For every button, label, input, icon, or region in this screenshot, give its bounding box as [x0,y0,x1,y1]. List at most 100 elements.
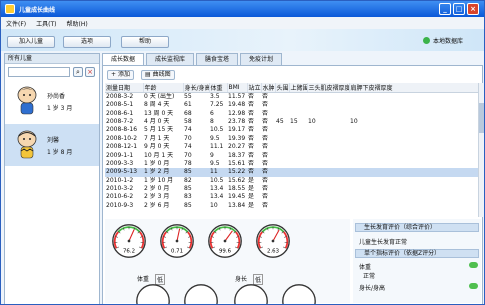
table-cell [275,193,289,201]
child-name: 孙尚香 [47,92,66,100]
table-scrollbar[interactable] [478,83,484,217]
table-cell [275,168,289,177]
column-header[interactable]: 体重 [209,83,228,93]
gauge-dial: 99.6 [208,224,242,258]
help-button[interactable]: 帮助 [121,36,169,48]
add-record-button[interactable]: + 添加 [107,70,134,80]
table-cell: 10.5 [210,176,224,184]
evaluation-panel: 生长发育评价（综合评价） 儿童生长发育正常 单个指标评价（依据Z评分） 体重 正… [353,219,481,303]
column-header[interactable]: 水肿 [261,83,276,93]
table-cell: 11.1 [210,143,224,151]
column-header[interactable]: 三头肌皮褶厚度 [307,83,350,93]
table-cell: 2010-3-2 [106,185,134,193]
gauge-dial: 0.71 [160,224,194,258]
table-cell: 18.37 [228,151,246,159]
table-cell: 70 [184,134,192,142]
table-cell: 否 [262,151,269,159]
child-item[interactable]: 孙尚香 1 岁 3 月 [5,80,99,122]
tab-diet-pyramid[interactable]: 膳食宝塔 [196,53,239,65]
table-cell [349,177,478,185]
table-cell [349,109,478,117]
menu-help[interactable]: 帮助(H) [67,19,88,28]
table-row[interactable]: 2010-1-2 1 岁 10 月 82 10.5 15.62 是否 [105,177,478,185]
table-cell: 10 [210,201,218,209]
table-cell [307,101,349,109]
table-cell: 13.4 [210,193,224,201]
table-row[interactable]: 2008-5-1 8 周 4 天 61 7.25 19.48 否否 [105,101,478,109]
gauge-dial: 76.2 [112,224,146,258]
tab-bar: 成长数据 成长监视库 膳食宝塔 免疫计划 [102,53,284,65]
table-cell: 4 月 0 天 [144,117,170,125]
table-row[interactable]: 2008-8-16 5 月 15 天 74 10.5 19.17 否否 [105,126,478,134]
table-row[interactable]: 2008-12-1 9 月 0 天 74 11.1 20.27 否否 [105,143,478,151]
options-button[interactable]: 选项 [63,36,111,48]
table-cell [349,160,478,168]
table-row[interactable]: 2008-10-2 7 月 1 天 70 9.5 19.39 否否 [105,135,478,143]
child-age: 1 岁 3 月 [47,104,73,112]
table-row[interactable]: 2008-6-1 13 周 0 天 68 6 12.98 否否 [105,109,478,117]
tab-immunization[interactable]: 免疫计划 [240,53,283,65]
table-header-row: 测量日期 年龄 身长/身高 体重 BMI 站立 水肿 头围 上臂围 三头肌皮褶厚度 肩胛下皮褶厚度 [105,83,479,93]
overall-eval-header: 生长发育评价（综合评价） [355,223,479,232]
maximize-icon[interactable]: □ [453,3,465,15]
clear-search-icon[interactable]: × [85,67,95,77]
table-cell: 否 [262,109,269,117]
table-row[interactable]: 2010-3-2 2 岁 0 月 85 13.4 18.55 是否 [105,185,478,193]
table-cell: 10 月 1 天 [144,151,174,159]
column-header[interactable]: BMI [227,83,248,93]
table-cell: 5 月 15 天 [144,126,174,134]
table-cell [289,177,307,185]
table-row[interactable]: 2010-6-2 2 岁 3 月 83 13.4 19.45 是否 [105,193,478,201]
height-gauge-label: 身长 [235,276,248,283]
column-header[interactable]: 年龄 [143,83,184,93]
table-cell: 2008-5-1 [106,101,134,109]
table-cell: 2008-3-2 [106,93,134,100]
column-header[interactable]: 测量日期 [105,83,144,93]
table-row[interactable]: 2009-3-3 1 岁 0 月 78 9.5 15.61 否否 [105,160,478,168]
chart-icon: ▤ [145,71,151,78]
close-icon[interactable]: × [467,3,479,15]
table-cell [275,126,289,134]
table-row[interactable]: 2008-7-2 4 月 0 天 58 8 23.78 否否 45 15 10 10 [105,118,478,126]
table-row[interactable]: 2009-1-1 10 月 1 天 70 9 18.37 否否 [105,151,478,159]
table-cell: 否 [248,159,255,167]
table-cell: 45 [276,117,284,125]
table-cell: 否 [248,151,255,159]
table-cell: 9.5 [210,134,220,142]
table-cell [275,177,289,185]
table-cell: 9.5 [210,159,220,167]
column-header[interactable]: 上臂围 [289,83,308,93]
tab-growth-monitor[interactable]: 成长监视库 [146,53,195,65]
boy-avatar-icon [17,86,37,115]
table-cell: 否 [262,134,269,142]
column-header[interactable]: 站立 [247,83,262,93]
table-cell: 61 [184,101,192,109]
scrollbar-thumb[interactable] [479,103,484,133]
table-cell: 68 [184,109,192,117]
table-cell: 10.5 [210,126,224,134]
status-ok-icon [469,262,478,268]
table-cell: 0 天 (出生) [144,93,175,100]
column-header[interactable]: 肩胛下皮褶厚度 [349,83,479,93]
tab-growth-data[interactable]: 成长数据 [102,53,145,65]
column-header[interactable]: 头围 [275,83,290,93]
search-icon[interactable]: ⌕ [73,67,83,77]
add-child-button[interactable]: 加入儿童 [7,36,55,48]
gauge-dial-partial [136,284,170,304]
table-cell: 83 [184,193,192,201]
child-item-selected[interactable]: 刘馨 1 岁 8 月 [5,124,99,166]
table-cell: 否 [262,101,269,109]
curve-chart-button[interactable]: ▤ 曲线图 [141,70,175,80]
table-cell [307,135,349,143]
menu-file[interactable]: 文件(F) [6,19,26,28]
minimize-icon[interactable]: _ [439,3,451,15]
gauge-area: 76.2 0.71 99.6 2.63 体重 低 身长 低 [105,219,350,304]
table-row[interactable]: 2008-3-2 0 天 (出生) 55 3.5 11.57 否否 [105,93,478,102]
table-row-selected[interactable]: 2009-5-13 1 岁 2 月 85 11 15.22 否否 [105,168,478,177]
column-header[interactable]: 身长/身高 [183,83,210,93]
search-input[interactable] [8,67,70,77]
table-body: 2008-3-2 0 天 (出生) 55 3.5 11.57 否否 2008-5-1 8 周 … [105,93,478,211]
table-row[interactable]: 2010-9-3 2 岁 6 月 85 10 13.84 是否 [105,202,478,210]
local-db-label: 本地数据库 [433,38,464,45]
menu-tools[interactable]: 工具(T) [36,19,56,28]
